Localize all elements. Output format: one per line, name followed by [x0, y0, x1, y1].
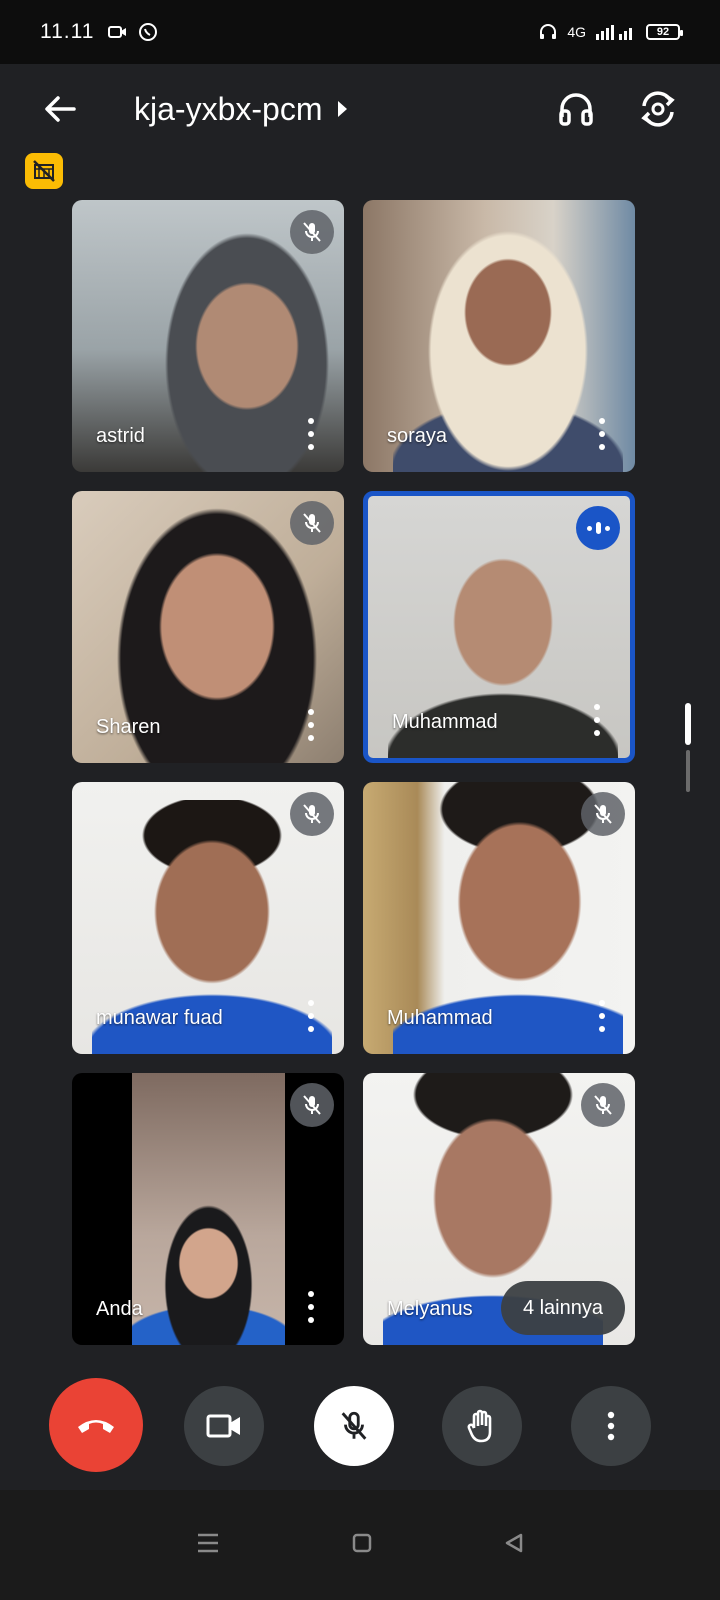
mic-off-icon [594, 804, 612, 824]
mute-indicator [290, 501, 334, 545]
participant-name: Muhammad [392, 711, 498, 733]
meeting-header: kja-yxbx-pcm [0, 64, 720, 154]
switch-camera-icon [641, 91, 675, 127]
mic-toggle-button[interactable] [314, 1386, 394, 1466]
participant-name: Sharen [96, 716, 161, 738]
video-feed [132, 1073, 285, 1345]
participant-tile[interactable]: Melyanus 4 lainnya [363, 1073, 635, 1345]
recents-button[interactable] [195, 1532, 221, 1559]
no-filter-icon [33, 160, 55, 182]
participant-tile[interactable]: Sharen [72, 491, 344, 763]
mute-indicator [290, 792, 334, 836]
more-vert-icon[interactable] [592, 704, 602, 736]
home-button[interactable] [351, 1532, 373, 1559]
battery-icon: 92 [646, 24, 683, 40]
back-nav-icon [505, 1533, 523, 1552]
more-participants-button[interactable]: 4 lainnya [500, 1281, 625, 1335]
headphones-icon [559, 93, 593, 126]
mute-indicator [581, 792, 625, 836]
mic-off-icon [303, 1095, 321, 1115]
audio-output-button[interactable] [554, 87, 598, 131]
mic-off-icon [303, 513, 321, 533]
status-bar: 11.11 4G 92 [0, 0, 720, 64]
more-vert-icon[interactable] [597, 418, 607, 450]
participant-name: soraya [387, 425, 448, 447]
end-call-icon [78, 1420, 114, 1433]
raise-hand-button[interactable] [442, 1386, 522, 1466]
end-call-button[interactable] [49, 1378, 143, 1472]
back-arrow-icon [45, 96, 76, 122]
call-controls [0, 1378, 720, 1474]
mic-off-icon [303, 222, 321, 242]
participant-name: munawar fuad [96, 1007, 223, 1029]
scrollbar-track[interactable] [686, 750, 690, 792]
back-button[interactable] [40, 89, 80, 129]
participant-name: Muhammad [387, 1007, 493, 1029]
more-vert-icon[interactable] [306, 709, 316, 741]
participant-name: Melyanus [387, 1298, 473, 1320]
participant-tile[interactable]: munawar fuad [72, 782, 344, 1054]
mic-off-icon [341, 1411, 367, 1440]
status-time: 11.11 [40, 20, 95, 43]
battery-level: 92 [656, 26, 670, 38]
meeting-title-button[interactable]: kja-yxbx-pcm [134, 90, 348, 128]
switch-camera-button[interactable] [636, 87, 680, 131]
participant-tile[interactable]: soraya [363, 200, 635, 472]
system-nav-bar [0, 1490, 720, 1600]
more-vert-icon[interactable] [306, 418, 316, 450]
mute-indicator [290, 210, 334, 254]
more-participants-label: 4 lainnya [522, 1296, 603, 1319]
video-icon [206, 1414, 240, 1438]
home-icon [352, 1533, 372, 1552]
more-vert-icon [607, 1411, 615, 1441]
participant-name: astrid [96, 425, 145, 447]
scrollbar-thumb[interactable] [685, 703, 691, 745]
participant-tile[interactable]: Anda [72, 1073, 344, 1345]
mic-off-icon [303, 804, 321, 824]
meeting-code: kja-yxbx-pcm [134, 90, 323, 127]
headset-status-icon [540, 24, 557, 39]
more-options-button[interactable] [571, 1386, 651, 1466]
back-nav-button[interactable] [503, 1532, 525, 1559]
recents-icon [198, 1533, 218, 1552]
whatsapp-icon [139, 23, 158, 41]
participant-tile[interactable]: astrid [72, 200, 344, 472]
video-notification-icon [108, 26, 127, 38]
more-vert-icon[interactable] [597, 1000, 607, 1032]
more-vert-icon[interactable] [306, 1000, 316, 1032]
network-type: 4G [567, 24, 586, 40]
signal-icon [596, 25, 632, 40]
mute-indicator [581, 1083, 625, 1127]
mic-off-icon [594, 1095, 612, 1115]
participant-tile[interactable]: Muhammad [363, 782, 635, 1054]
participant-tile[interactable]: Muhammad [363, 491, 635, 763]
mute-indicator [290, 1083, 334, 1127]
participant-name: Anda [96, 1298, 143, 1320]
hand-icon [467, 1409, 492, 1443]
play-caret-icon [338, 101, 348, 117]
camera-toggle-button[interactable] [184, 1386, 264, 1466]
speaking-indicator [576, 506, 620, 550]
no-filter-badge[interactable] [25, 153, 63, 189]
more-vert-icon[interactable] [306, 1291, 316, 1323]
